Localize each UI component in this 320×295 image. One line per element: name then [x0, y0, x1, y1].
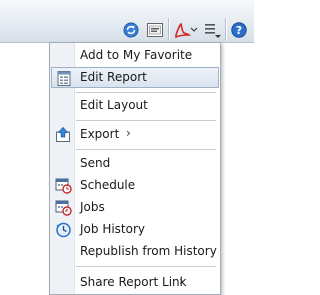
actions-menu-button[interactable]: [203, 20, 223, 40]
menu-item-export[interactable]: Export ›: [51, 124, 219, 145]
menu-item-label: Schedule: [80, 178, 136, 192]
menu-separator: [76, 149, 216, 150]
menu-item-label: Republish from History: [80, 244, 217, 258]
toolbar-separator: [225, 18, 226, 40]
menu-separator: [76, 120, 216, 121]
menu-item-republish-from-history[interactable]: Republish from History: [51, 241, 219, 262]
help-icon: ?: [231, 22, 247, 38]
toolbar-separator: [168, 18, 169, 40]
jobs-icon: [55, 199, 72, 216]
svg-text:?: ?: [236, 24, 242, 37]
view-data-button[interactable]: [146, 20, 164, 40]
submenu-arrow-icon: ›: [179, 274, 184, 288]
menu-separator: [76, 92, 216, 93]
refresh-icon: [123, 22, 139, 38]
menu-item-jobs[interactable]: Jobs: [51, 197, 219, 218]
edit-report-icon: [56, 70, 73, 87]
pdf-icon: [175, 22, 198, 38]
menu-item-share-report-link[interactable]: Share Report Link ›: [51, 272, 219, 293]
help-button[interactable]: ?: [230, 20, 248, 40]
actions-dropdown-menu: Add to My Favorite Edit Report Edit Layo…: [49, 42, 221, 295]
menu-item-edit-report[interactable]: Edit Report: [51, 67, 219, 88]
menu-separator: [76, 266, 216, 267]
data-field-icon: [147, 23, 163, 37]
menu-item-label: Send: [80, 156, 111, 170]
job-history-icon: [55, 221, 72, 238]
submenu-arrow-icon: ›: [126, 126, 131, 140]
menu-item-label: Share Report Link: [80, 275, 187, 289]
refresh-button[interactable]: [122, 20, 140, 40]
schedule-icon: [55, 177, 72, 194]
menu-item-label: Add to My Favorite: [80, 48, 193, 62]
menu-item-edit-layout[interactable]: Edit Layout: [51, 95, 219, 116]
menu-item-schedule[interactable]: Schedule: [51, 175, 219, 196]
export-pdf-button[interactable]: [173, 20, 199, 40]
report-toolbar: ?: [0, 0, 254, 43]
menu-item-label: Export: [80, 127, 120, 141]
export-icon: [55, 126, 72, 143]
menu-item-send[interactable]: Send: [51, 153, 219, 174]
menu-item-label: Jobs: [80, 200, 105, 214]
actions-list-icon: [205, 24, 221, 38]
menu-item-label: Job History: [80, 222, 146, 236]
menu-item-job-history[interactable]: Job History: [51, 219, 219, 240]
menu-item-label: Edit Layout: [80, 98, 148, 112]
menu-item-add-to-favorite[interactable]: Add to My Favorite: [51, 45, 219, 66]
menu-item-label: Edit Report: [80, 70, 147, 84]
